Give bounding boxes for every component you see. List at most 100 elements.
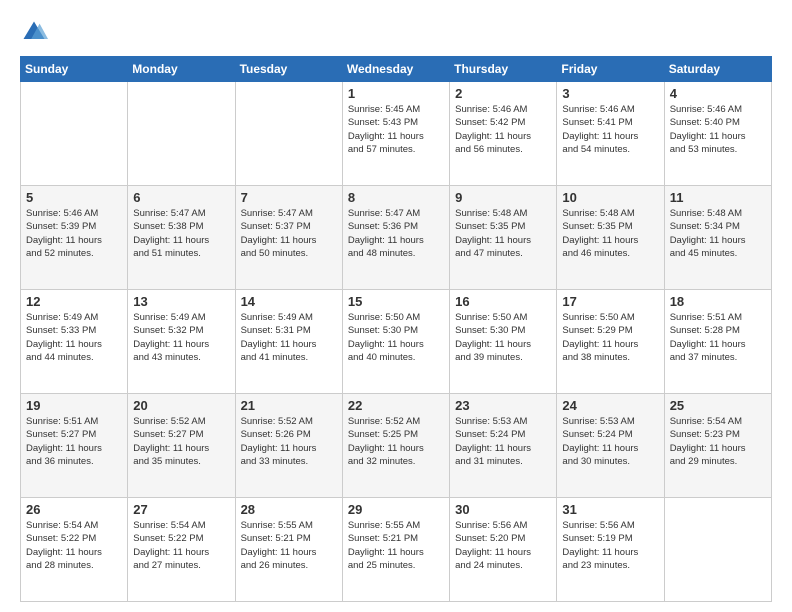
- day-number: 17: [562, 294, 658, 309]
- day-info: Sunrise: 5:47 AM Sunset: 5:36 PM Dayligh…: [348, 207, 444, 260]
- calendar-cell: 7 Sunrise: 5:47 AM Sunset: 5:37 PM Daylig…: [235, 186, 342, 290]
- calendar-cell: 27 Sunrise: 5:54 AM Sunset: 5:22 PM Dayli…: [128, 498, 235, 602]
- page: SundayMondayTuesdayWednesdayThursdayFrid…: [0, 0, 792, 612]
- calendar-cell: 18 Sunrise: 5:51 AM Sunset: 5:28 PM Dayli…: [664, 290, 771, 394]
- calendar-cell: 1 Sunrise: 5:45 AM Sunset: 5:43 PM Daylig…: [342, 82, 449, 186]
- day-number: 3: [562, 86, 658, 101]
- day-number: 24: [562, 398, 658, 413]
- calendar-cell: 10 Sunrise: 5:48 AM Sunset: 5:35 PM Dayli…: [557, 186, 664, 290]
- weekday-header: Tuesday: [235, 57, 342, 82]
- weekday-header: Friday: [557, 57, 664, 82]
- calendar-cell: [235, 82, 342, 186]
- day-info: Sunrise: 5:47 AM Sunset: 5:37 PM Dayligh…: [241, 207, 337, 260]
- day-number: 23: [455, 398, 551, 413]
- weekday-header: Monday: [128, 57, 235, 82]
- calendar-cell: 2Sunrise: 5:46 AM Sunset: 5:42 PM Daylig…: [450, 82, 557, 186]
- calendar-week-row: 19 Sunrise: 5:51 AM Sunset: 5:27 PM Dayli…: [21, 394, 772, 498]
- day-number: 13: [133, 294, 229, 309]
- day-number: 26: [26, 502, 122, 517]
- weekday-header: Saturday: [664, 57, 771, 82]
- day-number: 10: [562, 190, 658, 205]
- day-number: 7: [241, 190, 337, 205]
- day-info: Sunrise: 5:50 AM Sunset: 5:30 PM Dayligh…: [455, 311, 551, 364]
- day-info: Sunrise: 5:46 AM Sunset: 5:41 PM Dayligh…: [562, 103, 658, 156]
- calendar-cell: [21, 82, 128, 186]
- calendar-cell: 29 Sunrise: 5:55 AM Sunset: 5:21 PM Dayli…: [342, 498, 449, 602]
- day-number: 31: [562, 502, 658, 517]
- day-number: 11: [670, 190, 766, 205]
- calendar-cell: 21 Sunrise: 5:52 AM Sunset: 5:26 PM Dayli…: [235, 394, 342, 498]
- day-info: Sunrise: 5:53 AM Sunset: 5:24 PM Dayligh…: [562, 415, 658, 468]
- day-info: Sunrise: 5:53 AM Sunset: 5:24 PM Dayligh…: [455, 415, 551, 468]
- day-info: Sunrise: 5:49 AM Sunset: 5:33 PM Dayligh…: [26, 311, 122, 364]
- day-info: Sunrise: 5:52 AM Sunset: 5:25 PM Dayligh…: [348, 415, 444, 468]
- calendar: SundayMondayTuesdayWednesdayThursdayFrid…: [20, 56, 772, 602]
- calendar-cell: 13 Sunrise: 5:49 AM Sunset: 5:32 PM Dayli…: [128, 290, 235, 394]
- day-info: Sunrise: 5:51 AM Sunset: 5:28 PM Dayligh…: [670, 311, 766, 364]
- day-number: 29: [348, 502, 444, 517]
- calendar-cell: 5Sunrise: 5:46 AM Sunset: 5:39 PM Daylig…: [21, 186, 128, 290]
- day-info: Sunrise: 5:56 AM Sunset: 5:20 PM Dayligh…: [455, 519, 551, 572]
- day-number: 4: [670, 86, 766, 101]
- day-info: Sunrise: 5:54 AM Sunset: 5:22 PM Dayligh…: [26, 519, 122, 572]
- day-number: 8: [348, 190, 444, 205]
- day-info: Sunrise: 5:54 AM Sunset: 5:22 PM Dayligh…: [133, 519, 229, 572]
- day-number: 15: [348, 294, 444, 309]
- logo: [20, 18, 52, 46]
- day-number: 18: [670, 294, 766, 309]
- weekday-header-row: SundayMondayTuesdayWednesdayThursdayFrid…: [21, 57, 772, 82]
- calendar-cell: 25 Sunrise: 5:54 AM Sunset: 5:23 PM Dayli…: [664, 394, 771, 498]
- calendar-cell: 24 Sunrise: 5:53 AM Sunset: 5:24 PM Dayli…: [557, 394, 664, 498]
- header: [20, 18, 772, 46]
- calendar-cell: 28 Sunrise: 5:55 AM Sunset: 5:21 PM Dayli…: [235, 498, 342, 602]
- day-number: 2: [455, 86, 551, 101]
- day-number: 30: [455, 502, 551, 517]
- weekday-header: Wednesday: [342, 57, 449, 82]
- day-info: Sunrise: 5:50 AM Sunset: 5:29 PM Dayligh…: [562, 311, 658, 364]
- day-info: Sunrise: 5:48 AM Sunset: 5:35 PM Dayligh…: [562, 207, 658, 260]
- calendar-week-row: 1 Sunrise: 5:45 AM Sunset: 5:43 PM Daylig…: [21, 82, 772, 186]
- day-number: 5: [26, 190, 122, 205]
- day-info: Sunrise: 5:52 AM Sunset: 5:26 PM Dayligh…: [241, 415, 337, 468]
- calendar-cell: 4 Sunrise: 5:46 AM Sunset: 5:40 PM Daylig…: [664, 82, 771, 186]
- day-number: 19: [26, 398, 122, 413]
- logo-icon: [20, 18, 48, 46]
- day-info: Sunrise: 5:55 AM Sunset: 5:21 PM Dayligh…: [348, 519, 444, 572]
- day-info: Sunrise: 5:55 AM Sunset: 5:21 PM Dayligh…: [241, 519, 337, 572]
- calendar-cell: 26 Sunrise: 5:54 AM Sunset: 5:22 PM Dayli…: [21, 498, 128, 602]
- calendar-cell: 12Sunrise: 5:49 AM Sunset: 5:33 PM Dayli…: [21, 290, 128, 394]
- day-number: 21: [241, 398, 337, 413]
- calendar-cell: [664, 498, 771, 602]
- day-info: Sunrise: 5:54 AM Sunset: 5:23 PM Dayligh…: [670, 415, 766, 468]
- calendar-cell: 8 Sunrise: 5:47 AM Sunset: 5:36 PM Daylig…: [342, 186, 449, 290]
- day-info: Sunrise: 5:49 AM Sunset: 5:32 PM Dayligh…: [133, 311, 229, 364]
- day-info: Sunrise: 5:51 AM Sunset: 5:27 PM Dayligh…: [26, 415, 122, 468]
- day-number: 28: [241, 502, 337, 517]
- day-number: 14: [241, 294, 337, 309]
- calendar-week-row: 5Sunrise: 5:46 AM Sunset: 5:39 PM Daylig…: [21, 186, 772, 290]
- calendar-cell: 22 Sunrise: 5:52 AM Sunset: 5:25 PM Dayli…: [342, 394, 449, 498]
- calendar-cell: 11Sunrise: 5:48 AM Sunset: 5:34 PM Dayli…: [664, 186, 771, 290]
- day-info: Sunrise: 5:46 AM Sunset: 5:40 PM Dayligh…: [670, 103, 766, 156]
- day-number: 1: [348, 86, 444, 101]
- day-info: Sunrise: 5:52 AM Sunset: 5:27 PM Dayligh…: [133, 415, 229, 468]
- day-info: Sunrise: 5:45 AM Sunset: 5:43 PM Dayligh…: [348, 103, 444, 156]
- calendar-cell: 31 Sunrise: 5:56 AM Sunset: 5:19 PM Dayli…: [557, 498, 664, 602]
- calendar-cell: 17 Sunrise: 5:50 AM Sunset: 5:29 PM Dayli…: [557, 290, 664, 394]
- day-info: Sunrise: 5:56 AM Sunset: 5:19 PM Dayligh…: [562, 519, 658, 572]
- day-info: Sunrise: 5:49 AM Sunset: 5:31 PM Dayligh…: [241, 311, 337, 364]
- calendar-cell: 9Sunrise: 5:48 AM Sunset: 5:35 PM Daylig…: [450, 186, 557, 290]
- calendar-cell: 23 Sunrise: 5:53 AM Sunset: 5:24 PM Dayli…: [450, 394, 557, 498]
- calendar-cell: [128, 82, 235, 186]
- calendar-cell: 15 Sunrise: 5:50 AM Sunset: 5:30 PM Dayli…: [342, 290, 449, 394]
- day-number: 22: [348, 398, 444, 413]
- day-number: 25: [670, 398, 766, 413]
- calendar-cell: 3 Sunrise: 5:46 AM Sunset: 5:41 PM Daylig…: [557, 82, 664, 186]
- day-info: Sunrise: 5:50 AM Sunset: 5:30 PM Dayligh…: [348, 311, 444, 364]
- calendar-cell: 30 Sunrise: 5:56 AM Sunset: 5:20 PM Dayli…: [450, 498, 557, 602]
- day-info: Sunrise: 5:48 AM Sunset: 5:35 PM Dayligh…: [455, 207, 551, 260]
- day-number: 20: [133, 398, 229, 413]
- day-info: Sunrise: 5:47 AM Sunset: 5:38 PM Dayligh…: [133, 207, 229, 260]
- day-number: 27: [133, 502, 229, 517]
- calendar-cell: 16Sunrise: 5:50 AM Sunset: 5:30 PM Dayli…: [450, 290, 557, 394]
